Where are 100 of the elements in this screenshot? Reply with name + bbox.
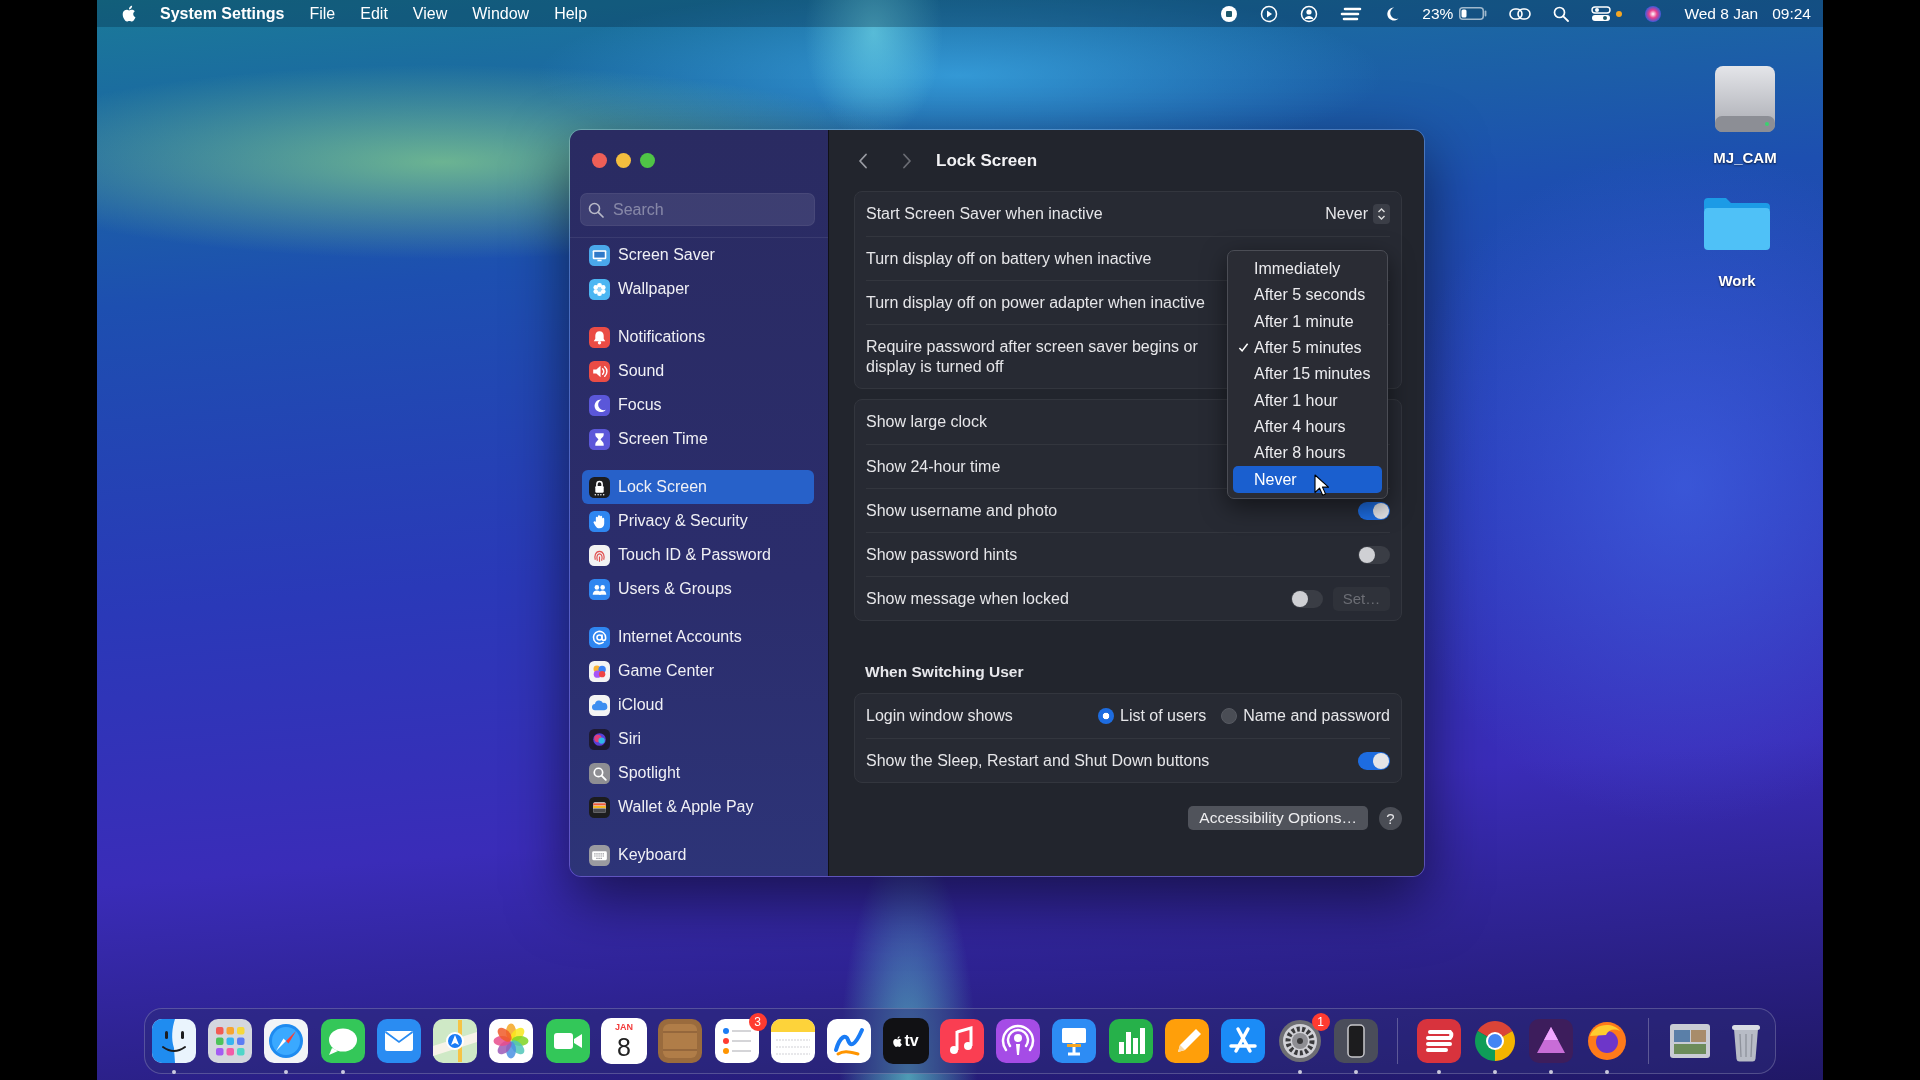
back-icon[interactable] (858, 152, 868, 169)
sidebar-item[interactable]: Focus (582, 388, 814, 422)
envelope-icon[interactable] (375, 1018, 422, 1064)
tv-label: tv (904, 1032, 919, 1050)
stripes-icon[interactable] (1415, 1018, 1462, 1064)
apple-icon[interactable] (121, 4, 137, 23)
sidebar-item[interactable]: Game Center (582, 654, 814, 688)
flower-icon[interactable] (488, 1018, 535, 1064)
podium-icon[interactable] (1051, 1018, 1098, 1064)
pen-icon[interactable] (1164, 1018, 1211, 1064)
at-sign-icon (589, 626, 610, 648)
tv-icon[interactable]: tv (882, 1018, 929, 1064)
sidebar-item[interactable]: Wallet & Apple Pay (582, 790, 814, 824)
app-grid-icon[interactable] (207, 1018, 253, 1064)
menu-bar-time[interactable]: 09:24 (1772, 4, 1811, 23)
hand-icon (589, 510, 610, 532)
menu-item[interactable]: Immediately (1233, 256, 1382, 283)
desktop-icon-label: MJ_CAM (1713, 148, 1777, 168)
menu-title[interactable]: Help (554, 4, 588, 23)
phone-icon[interactable] (1332, 1018, 1379, 1064)
sidebar-item[interactable]: Lock Screen (582, 470, 814, 504)
gear-icon[interactable] (1276, 1018, 1323, 1064)
orb-icon[interactable] (1644, 4, 1663, 23)
play-circle-icon[interactable] (1260, 4, 1279, 23)
forward-icon[interactable] (902, 152, 912, 169)
toggle-switch[interactable] (1358, 501, 1390, 520)
sidebar-item[interactable]: Sound (582, 354, 814, 388)
menu-item[interactable]: After 1 minute (1233, 308, 1382, 335)
stripes-icon[interactable] (1340, 6, 1363, 21)
help-button[interactable]: ? (1379, 806, 1402, 830)
people-icon (589, 578, 610, 600)
menu-item[interactable]: After 5 minutes (1233, 334, 1382, 362)
menu-item[interactable]: After 4 hours (1233, 413, 1382, 441)
radio-label[interactable]: List of users (1120, 707, 1207, 725)
app-menu[interactable]: System Settings (160, 4, 285, 23)
sidebar-item[interactable]: Notifications (582, 320, 814, 354)
scribble-icon[interactable] (826, 1018, 873, 1064)
link-icon[interactable] (1509, 6, 1532, 21)
setting-label: Show the Sleep, Restart and Shut Down buttons (866, 750, 1210, 771)
bell-icon (589, 326, 610, 348)
music-note-icon[interactable] (938, 1018, 985, 1064)
menu-bar-date[interactable]: Wed 8 Jan (1684, 4, 1759, 23)
hourglass-icon (589, 428, 610, 450)
menu-item[interactable]: After 15 minutes (1233, 361, 1382, 388)
radio-button[interactable] (1221, 708, 1238, 724)
menu-item[interactable]: After 1 hour (1233, 387, 1382, 414)
menu-title[interactable]: File (309, 4, 336, 23)
close-button[interactable] (592, 152, 607, 168)
map-icon[interactable] (432, 1018, 479, 1064)
bar-chart-icon[interactable] (1107, 1018, 1154, 1064)
accessibility-options-button[interactable]: Accessibility Options… (1188, 806, 1368, 830)
sidebar-item[interactable]: Internet Accounts (582, 620, 814, 654)
sidebar-item[interactable]: Privacy & Security (582, 504, 814, 538)
notebook-icon[interactable] (657, 1018, 704, 1064)
setting-label: Show password hints (866, 544, 1018, 565)
video-camera-icon[interactable] (544, 1018, 591, 1064)
sidebar-item[interactable]: iCloud (582, 688, 814, 722)
sidebar-item[interactable]: Touch ID & Password (582, 538, 814, 572)
menu-item[interactable]: After 8 hours (1233, 440, 1382, 467)
sidebar-item[interactable]: Spotlight (582, 756, 814, 790)
notepad-icon[interactable] (769, 1018, 816, 1064)
stepper-icon (1373, 204, 1390, 224)
toggle-switch[interactable] (1358, 545, 1390, 564)
sidebar-item[interactable]: Wallpaper (582, 272, 814, 306)
sidebar-item[interactable]: Users & Groups (582, 572, 814, 606)
toggle-switch[interactable] (1358, 751, 1390, 770)
compass-icon[interactable] (263, 1018, 310, 1064)
podcast-icon[interactable] (995, 1018, 1042, 1064)
control-center-icon[interactable] (1591, 5, 1612, 22)
popup-button[interactable]: Never (1325, 204, 1390, 224)
setting-label: Login window shows (866, 706, 1013, 726)
sidebar-item[interactable]: Keyboard (582, 838, 814, 872)
sidebar-item[interactable]: Screen Time (582, 422, 814, 456)
record-stop-icon[interactable] (1220, 4, 1239, 23)
menu-title[interactable]: Window (472, 4, 530, 23)
radio-label[interactable]: Name and password (1243, 707, 1390, 725)
battery-icon[interactable] (1459, 7, 1488, 20)
menu-title[interactable]: View (412, 4, 448, 23)
search-icon[interactable] (1553, 5, 1570, 22)
checklist-icon[interactable] (713, 1018, 760, 1064)
user-circle-icon[interactable] (1300, 4, 1319, 23)
chat-bubble-icon[interactable] (319, 1018, 366, 1064)
moon-icon (589, 394, 610, 416)
sidebar-item[interactable]: Siri (582, 722, 814, 756)
menu-item[interactable]: Never (1233, 466, 1382, 493)
bubbles-icon (589, 660, 610, 682)
sidebar-item[interactable]: Screen Saver (582, 238, 814, 272)
calendar-icon[interactable]: JAN 8 (601, 1018, 648, 1064)
menu-item[interactable]: After 5 seconds (1233, 282, 1382, 309)
wallet-icon (589, 796, 610, 818)
smiley-face-icon[interactable] (150, 1018, 197, 1064)
letter-a-icon[interactable] (1220, 1018, 1267, 1064)
setting-label: Show 24-hour time (866, 456, 1001, 477)
notification-badge: 3 (748, 1013, 767, 1031)
zoom-button[interactable] (640, 152, 655, 168)
orb-icon (589, 728, 610, 750)
menu-title[interactable]: Edit (360, 4, 388, 23)
minimize-button[interactable] (616, 152, 631, 168)
radio-button[interactable] (1098, 708, 1114, 724)
toggle-switch[interactable] (1291, 589, 1323, 608)
